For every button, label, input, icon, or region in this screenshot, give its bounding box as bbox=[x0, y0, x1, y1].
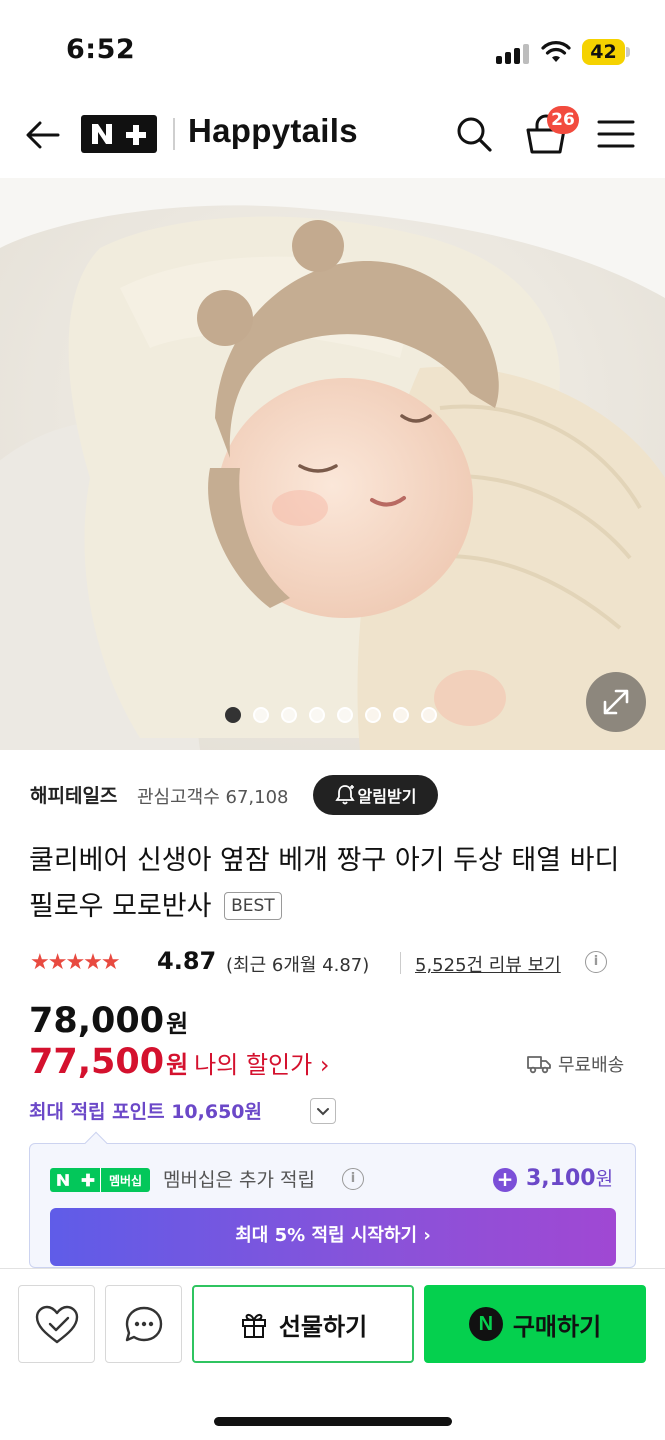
membership-panel: 멤버십 멤버십은 추가 적립 i + 3,100원 최대 5% 적립 시작하기 … bbox=[29, 1131, 636, 1268]
status-bar: 6:52 42 bbox=[0, 0, 665, 100]
rating-row: ★★★★★ 4.87 (최근 6개월 4.87) 5,525건 리뷰 보기 i bbox=[30, 947, 640, 979]
plus-circle-icon: + bbox=[493, 1168, 517, 1192]
best-badge: BEST bbox=[224, 892, 282, 920]
truck-icon bbox=[527, 1056, 551, 1074]
sale-price[interactable]: 77,500원 나의 할인가 › bbox=[29, 1042, 329, 1082]
battery-icon: 42 bbox=[582, 39, 630, 65]
membership-badge-label: 멤버십 bbox=[100, 1168, 150, 1192]
chat-button[interactable] bbox=[105, 1285, 182, 1363]
cellular-signal-icon bbox=[496, 42, 532, 64]
home-indicator bbox=[214, 1417, 452, 1426]
recent-rating: (최근 6개월 4.87) bbox=[226, 955, 370, 976]
header-divider bbox=[173, 118, 175, 150]
naver-plus-membership-badge: 멤버십 bbox=[50, 1168, 150, 1192]
shipping-info: 무료배송 bbox=[526, 1051, 624, 1077]
membership-points: 3,100원 bbox=[526, 1164, 613, 1191]
membership-points-unit: 원 bbox=[595, 1168, 614, 1190]
expand-image-button[interactable] bbox=[586, 672, 646, 732]
status-time: 6:52 bbox=[66, 34, 136, 65]
product-title: 쿨리베어 신생아 옆잠 베개 짱구 아기 두상 태열 바디필로우 모로반사 BE… bbox=[29, 838, 639, 930]
naver-pay-icon: N bbox=[468, 1307, 503, 1341]
wishlist-button[interactable] bbox=[18, 1285, 95, 1363]
buy-button[interactable]: N 구매하기 bbox=[424, 1285, 646, 1363]
battery-level: 42 bbox=[582, 39, 625, 65]
rating-divider bbox=[400, 952, 401, 974]
gift-label: 선물하기 bbox=[278, 1312, 368, 1341]
shipping-label: 무료배송 bbox=[558, 1055, 625, 1076]
plus-icon bbox=[126, 125, 146, 145]
product-image-carousel[interactable] bbox=[0, 178, 665, 750]
notification-subscribe-button[interactable]: 알림받기 bbox=[313, 775, 438, 815]
points-expand-button[interactable] bbox=[310, 1098, 336, 1124]
carousel-dot[interactable] bbox=[281, 707, 297, 723]
carousel-dot[interactable] bbox=[225, 707, 241, 723]
rating-score: 4.87 bbox=[157, 947, 217, 975]
rating-stars: ★★★★★ bbox=[30, 950, 121, 975]
bell-plus-icon bbox=[334, 785, 355, 805]
carousel-dot[interactable] bbox=[421, 707, 437, 723]
cart-count-badge: 26 bbox=[547, 106, 579, 134]
buy-label: 구매하기 bbox=[512, 1312, 602, 1341]
cart-button[interactable]: 26 bbox=[523, 106, 579, 156]
store-brand-name[interactable]: Happytails bbox=[188, 112, 358, 150]
heart-check-icon bbox=[35, 1305, 79, 1344]
carousel-dot[interactable] bbox=[309, 707, 325, 723]
carousel-dot[interactable] bbox=[337, 707, 353, 723]
max-points: 최대 적립 포인트 10,650원 bbox=[29, 1101, 263, 1123]
chevron-down-icon bbox=[317, 1108, 329, 1116]
expand-icon bbox=[603, 689, 629, 715]
original-price: 78,000원 bbox=[29, 1001, 188, 1041]
carousel-dot[interactable] bbox=[393, 707, 409, 723]
n-letter-icon bbox=[92, 124, 112, 144]
start-membership-button[interactable]: 최대 5% 적립 시작하기 › bbox=[50, 1208, 616, 1266]
product-title-text: 쿨리베어 신생아 옆잠 베개 짱구 아기 두상 태열 바디필로우 모로반사 bbox=[29, 845, 620, 922]
membership-points-value: 3,100 bbox=[526, 1166, 596, 1191]
search-icon[interactable] bbox=[454, 114, 494, 154]
naver-plus-logo[interactable]: N+ bbox=[81, 115, 157, 153]
hamburger-menu-icon[interactable] bbox=[597, 117, 635, 151]
baby-sleeping-photo bbox=[0, 178, 665, 750]
review-link[interactable]: 5,525건 리뷰 보기 bbox=[415, 951, 561, 977]
alarm-label: 알림받기 bbox=[357, 787, 417, 806]
info-icon[interactable]: i bbox=[342, 1168, 364, 1190]
chat-bubble-icon bbox=[125, 1306, 163, 1342]
gift-button[interactable]: 선물하기 bbox=[192, 1285, 414, 1363]
sale-price-unit: 원 bbox=[166, 1051, 189, 1079]
carousel-indicators bbox=[225, 707, 437, 723]
price-unit: 원 bbox=[166, 1010, 189, 1038]
follower-count: 관심고객수 67,108 bbox=[137, 787, 289, 808]
seller-name[interactable]: 해피테일즈 bbox=[30, 781, 117, 808]
n-plus-icon bbox=[50, 1168, 100, 1192]
info-icon[interactable]: i bbox=[585, 951, 607, 973]
top-navigation: N+ Happytails 26 bbox=[0, 100, 665, 178]
wifi-icon bbox=[541, 41, 571, 62]
gift-icon bbox=[241, 1313, 266, 1338]
price-value: 78,000 bbox=[29, 1001, 165, 1041]
carousel-dot[interactable] bbox=[365, 707, 381, 723]
sale-price-value: 77,500 bbox=[29, 1042, 165, 1082]
my-discount-label: 나의 할인가 › bbox=[194, 1051, 330, 1079]
bottom-action-bar: 선물하기 N 구매하기 bbox=[0, 1268, 665, 1440]
membership-text: 멤버십은 추가 적립 bbox=[163, 1169, 315, 1191]
back-arrow-icon[interactable] bbox=[24, 116, 62, 154]
carousel-dot[interactable] bbox=[253, 707, 269, 723]
